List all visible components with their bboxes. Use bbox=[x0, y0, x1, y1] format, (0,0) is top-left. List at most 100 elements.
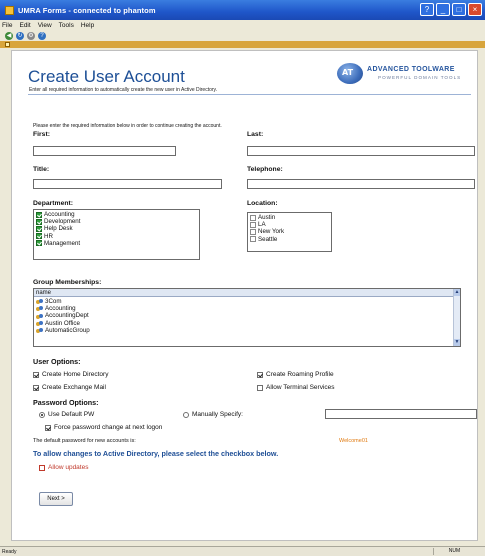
manually-specify-option[interactable]: Manually Specify: bbox=[183, 411, 243, 418]
manually-specify-label: Manually Specify: bbox=[192, 411, 243, 418]
checked-icon bbox=[36, 233, 42, 240]
telephone-input[interactable] bbox=[247, 179, 475, 189]
menu-edit[interactable]: Edit bbox=[19, 22, 30, 29]
checkbox-icon bbox=[250, 229, 256, 235]
allow-updates-label: Allow updates bbox=[48, 464, 89, 471]
allow-terminal-services-checkbox[interactable] bbox=[257, 384, 263, 391]
logo-icon: AT bbox=[337, 63, 363, 84]
first-name-input[interactable] bbox=[33, 146, 176, 156]
list-item[interactable]: Accounting bbox=[36, 305, 458, 312]
title-input[interactable] bbox=[33, 179, 222, 189]
group-name: Austin Office bbox=[45, 319, 80, 327]
create-home-directory-checkbox[interactable] bbox=[33, 371, 39, 378]
manual-password-input[interactable] bbox=[325, 409, 477, 419]
use-default-pw-radio[interactable] bbox=[39, 411, 45, 418]
location-name: New York bbox=[258, 228, 285, 236]
allow-terminal-services-label: Allow Terminal Services bbox=[266, 384, 335, 391]
group-icon bbox=[36, 320, 43, 326]
location-list[interactable]: Austin LA New York Seattle bbox=[247, 212, 332, 252]
list-item[interactable]: Seattle bbox=[250, 236, 329, 243]
department-name: Management bbox=[44, 239, 81, 247]
create-exchange-mail-option[interactable]: Create Exchange Mail bbox=[33, 384, 106, 391]
location-name: LA bbox=[258, 221, 266, 229]
window-controls: ? _ □ × bbox=[420, 3, 482, 16]
maximize-button[interactable]: □ bbox=[452, 3, 466, 16]
list-item[interactable]: Austin bbox=[250, 214, 329, 221]
checked-icon bbox=[36, 211, 42, 218]
back-icon[interactable]: ◀ bbox=[5, 31, 13, 40]
column-header-name[interactable]: name bbox=[34, 289, 460, 297]
toolbar: ◀ ↻ ⚙ ? bbox=[0, 30, 485, 41]
list-item[interactable]: HR bbox=[36, 233, 197, 240]
list-item[interactable]: Accounting bbox=[36, 211, 197, 218]
group-icon bbox=[36, 306, 43, 312]
checked-icon bbox=[36, 226, 42, 232]
help-icon[interactable]: ? bbox=[38, 31, 46, 40]
allow-terminal-services-option[interactable]: Allow Terminal Services bbox=[257, 384, 335, 391]
group-memberships-label: Group Memberships: bbox=[33, 279, 102, 286]
title-label: Title: bbox=[33, 166, 50, 173]
minimize-button[interactable]: _ bbox=[436, 3, 450, 16]
list-item[interactable]: Austin Office bbox=[36, 320, 458, 327]
department-name: HR bbox=[44, 232, 53, 240]
manually-specify-radio[interactable] bbox=[183, 411, 189, 418]
list-item[interactable]: New York bbox=[250, 228, 329, 235]
menu-help[interactable]: Help bbox=[81, 22, 94, 29]
page-subtitle: Enter all required information to automa… bbox=[29, 87, 218, 93]
last-label: Last: bbox=[247, 131, 264, 138]
checked-icon bbox=[36, 240, 42, 247]
last-name-input[interactable] bbox=[247, 146, 475, 156]
force-password-change-option[interactable]: Force password change at next logon bbox=[45, 424, 162, 431]
list-item[interactable]: Management bbox=[36, 240, 197, 247]
default-password-note: The default password for new accounts is… bbox=[33, 438, 136, 444]
settings-icon[interactable]: ⚙ bbox=[27, 31, 35, 40]
department-name: Development bbox=[44, 218, 81, 226]
list-item[interactable]: AccountingDept bbox=[36, 312, 458, 319]
help-window-button[interactable]: ? bbox=[420, 3, 434, 16]
list-item[interactable]: LA bbox=[250, 221, 329, 228]
vertical-scrollbar[interactable]: ▲ ▼ bbox=[453, 289, 460, 346]
create-roaming-profile-option[interactable]: Create Roaming Profile bbox=[257, 371, 334, 378]
instructions: Please enter the required information be… bbox=[33, 123, 222, 129]
group-memberships-list[interactable]: name 3Com Accounting AccountingDept Aust… bbox=[33, 288, 461, 347]
allow-updates-checkbox[interactable] bbox=[39, 464, 45, 471]
refresh-icon[interactable]: ↻ bbox=[16, 31, 24, 40]
checkbox-icon bbox=[250, 221, 256, 228]
list-item[interactable]: 3Com bbox=[36, 298, 458, 305]
allow-updates-option[interactable]: Allow updates bbox=[39, 464, 88, 471]
group-name: Accounting bbox=[45, 305, 76, 313]
header-divider bbox=[28, 94, 471, 95]
create-exchange-mail-checkbox[interactable] bbox=[33, 384, 39, 391]
telephone-label: Telephone: bbox=[247, 166, 283, 173]
department-label: Department: bbox=[33, 200, 74, 207]
list-item[interactable]: Help Desk bbox=[36, 225, 197, 232]
group-icon bbox=[36, 327, 43, 333]
scroll-down-icon[interactable]: ▼ bbox=[454, 339, 460, 346]
force-password-change-checkbox[interactable] bbox=[45, 424, 51, 431]
scroll-up-icon[interactable]: ▲ bbox=[454, 289, 460, 296]
app-icon bbox=[5, 5, 14, 15]
menu-tools[interactable]: Tools bbox=[59, 22, 74, 29]
checkbox-icon bbox=[250, 236, 256, 243]
menu-view[interactable]: View bbox=[38, 22, 52, 29]
next-button[interactable]: Next > bbox=[39, 492, 73, 506]
group-icon bbox=[36, 313, 43, 319]
menu-file[interactable]: File bbox=[2, 22, 12, 29]
use-default-pw-label: Use Default PW bbox=[48, 411, 95, 418]
status-zone: NUM bbox=[433, 548, 475, 555]
logo-mark-text: AT bbox=[342, 68, 354, 77]
status-text: Ready bbox=[2, 549, 17, 555]
form-page: Create User Account Enter all required i… bbox=[11, 50, 478, 541]
list-item[interactable]: Development bbox=[36, 218, 197, 225]
department-list[interactable]: Accounting Development Help Desk HR Mana… bbox=[33, 209, 200, 260]
menu-bar: File Edit View Tools Help bbox=[0, 20, 485, 30]
department-name: Help Desk bbox=[44, 225, 73, 233]
list-item[interactable]: AutomaticGroup bbox=[36, 327, 458, 334]
logo-tagline: POWERFUL DOMAIN TOOLS bbox=[378, 75, 462, 80]
use-default-pw-option[interactable]: Use Default PW bbox=[39, 411, 94, 418]
close-button[interactable]: × bbox=[468, 3, 482, 16]
address-strip bbox=[0, 41, 485, 48]
create-home-directory-option[interactable]: Create Home Directory bbox=[33, 371, 108, 378]
checkbox-icon bbox=[250, 214, 256, 221]
create-roaming-profile-checkbox[interactable] bbox=[257, 371, 263, 378]
